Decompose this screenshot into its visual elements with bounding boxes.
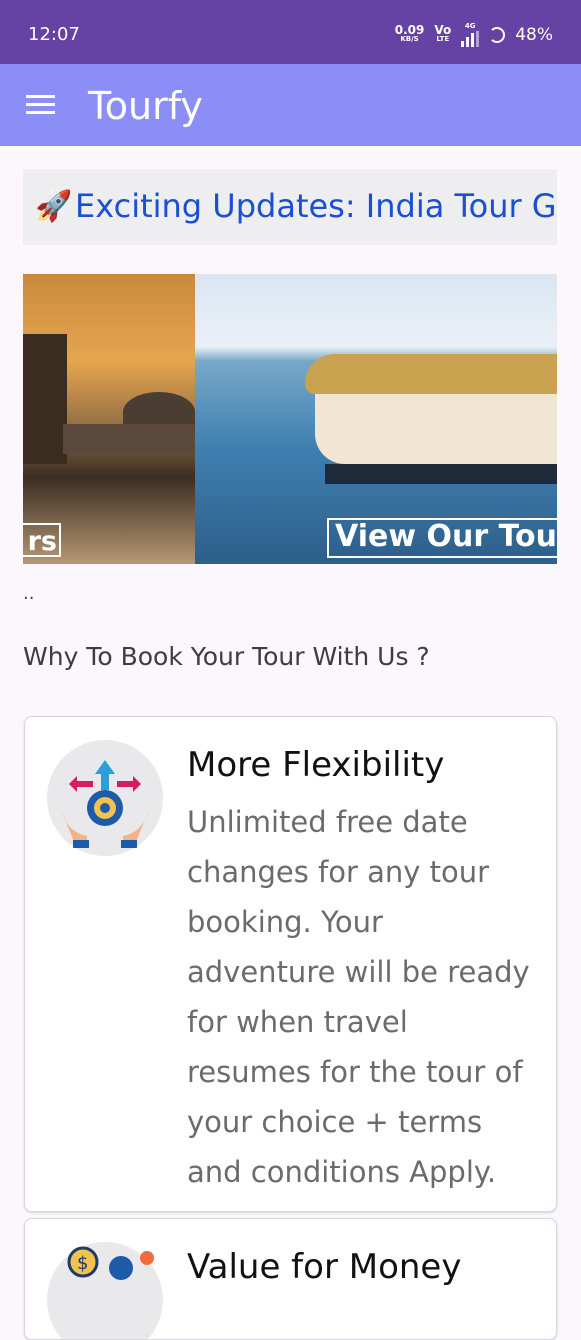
app-title: Tourfy bbox=[88, 84, 203, 128]
battery-icon bbox=[489, 26, 506, 43]
feature-description: Unlimited free date changes for any tour… bbox=[187, 805, 530, 1189]
status-bar: 12:07 0.09 KB/S Vo LTE 4G 48% bbox=[0, 0, 581, 64]
status-icons: 0.09 KB/S Vo LTE 4G 48% bbox=[395, 22, 553, 47]
updates-banner[interactable]: 🚀 Exciting Updates: India Tour G bbox=[23, 169, 557, 245]
slide-label[interactable]: rs bbox=[23, 523, 61, 557]
flexibility-icon bbox=[47, 740, 163, 856]
feature-title: Value for Money bbox=[187, 1247, 462, 1287]
svg-text:$: $ bbox=[77, 1253, 88, 1274]
signal-icon: 4G bbox=[461, 22, 480, 47]
rocket-icon: 🚀 bbox=[35, 189, 73, 224]
carousel-slide-hampi[interactable]: rs bbox=[23, 274, 195, 564]
volte-indicator: Vo LTE bbox=[434, 22, 452, 43]
app-bar: Tourfy bbox=[0, 64, 581, 146]
banner-text: Exciting Updates: India Tour G bbox=[75, 187, 557, 225]
menu-icon[interactable] bbox=[26, 95, 55, 115]
battery-level: 48% bbox=[515, 24, 553, 45]
feature-card-flexibility: More Flexibility Unlimited free date cha… bbox=[24, 716, 557, 1212]
feature-title: More Flexibility bbox=[187, 745, 445, 785]
section-title: Why To Book Your Tour With Us ? bbox=[23, 642, 430, 671]
status-time: 12:07 bbox=[28, 24, 80, 45]
image-carousel[interactable]: rs View Our Tou bbox=[23, 274, 557, 564]
houseboat-image bbox=[305, 344, 557, 494]
carousel-slide-houseboat[interactable]: View Our Tou bbox=[195, 274, 557, 564]
network-speed: 0.09 KB/S bbox=[394, 22, 425, 43]
feature-card-value: $ Value for Money bbox=[24, 1218, 557, 1340]
value-icon: $ bbox=[47, 1242, 163, 1339]
view-tours-label[interactable]: View Our Tou bbox=[327, 518, 557, 558]
carousel-indicator: .. bbox=[23, 583, 35, 604]
